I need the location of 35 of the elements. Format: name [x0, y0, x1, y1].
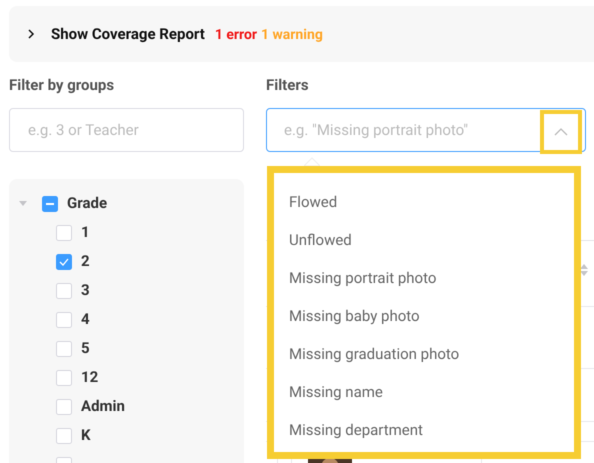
tree-item[interactable]: K: [81, 424, 91, 447]
checkbox[interactable]: [56, 340, 72, 356]
tree-item[interactable]: 1: [81, 221, 90, 244]
sort-icon[interactable]: [579, 262, 589, 278]
expand-icon[interactable]: [19, 200, 27, 206]
checkbox[interactable]: [56, 370, 72, 386]
tree-item[interactable]: 3: [81, 279, 90, 302]
checkbox[interactable]: [42, 196, 58, 212]
checkbox[interactable]: [56, 312, 72, 328]
tree-item[interactable]: Grade: [67, 192, 108, 215]
menu-item[interactable]: Missing name: [274, 373, 574, 411]
menu-item[interactable]: Flowed: [274, 183, 574, 221]
checkbox[interactable]: [56, 398, 72, 414]
caret-icon[interactable]: [540, 110, 582, 154]
field-label: Filters: [266, 75, 309, 96]
menu-item[interactable]: Missing baby photo: [274, 297, 574, 335]
menu-item[interactable]: Missing portrait photo: [274, 259, 574, 297]
tree-item[interactable]: 2: [81, 250, 90, 273]
tree-item[interactable]: Admin: [81, 395, 125, 418]
tree-item[interactable]: 12: [81, 366, 98, 389]
menu-item[interactable]: Unflowed: [274, 221, 574, 259]
field-label: Filter by groups: [9, 75, 114, 96]
tree-item[interactable]: 5: [81, 337, 90, 360]
checkbox[interactable]: [56, 254, 72, 270]
menu-item[interactable]: Missing graduation photo: [274, 335, 574, 373]
search-field[interactable]: e.g. 3 or Teacher: [9, 108, 244, 152]
coverage-title: Show Coverage Report: [51, 24, 205, 44]
checkbox[interactable]: [56, 224, 72, 240]
error-count: 1 error: [214, 26, 257, 44]
checkbox[interactable]: [56, 282, 72, 298]
coverage-bar[interactable]: Show Coverage Report 1 error 1 warning: [9, 6, 594, 62]
tree-item[interactable]: 4: [81, 308, 90, 331]
checkbox[interactable]: [56, 428, 72, 444]
menu-item[interactable]: Missing department: [274, 411, 574, 449]
warning-count: 1 warning: [261, 26, 323, 44]
